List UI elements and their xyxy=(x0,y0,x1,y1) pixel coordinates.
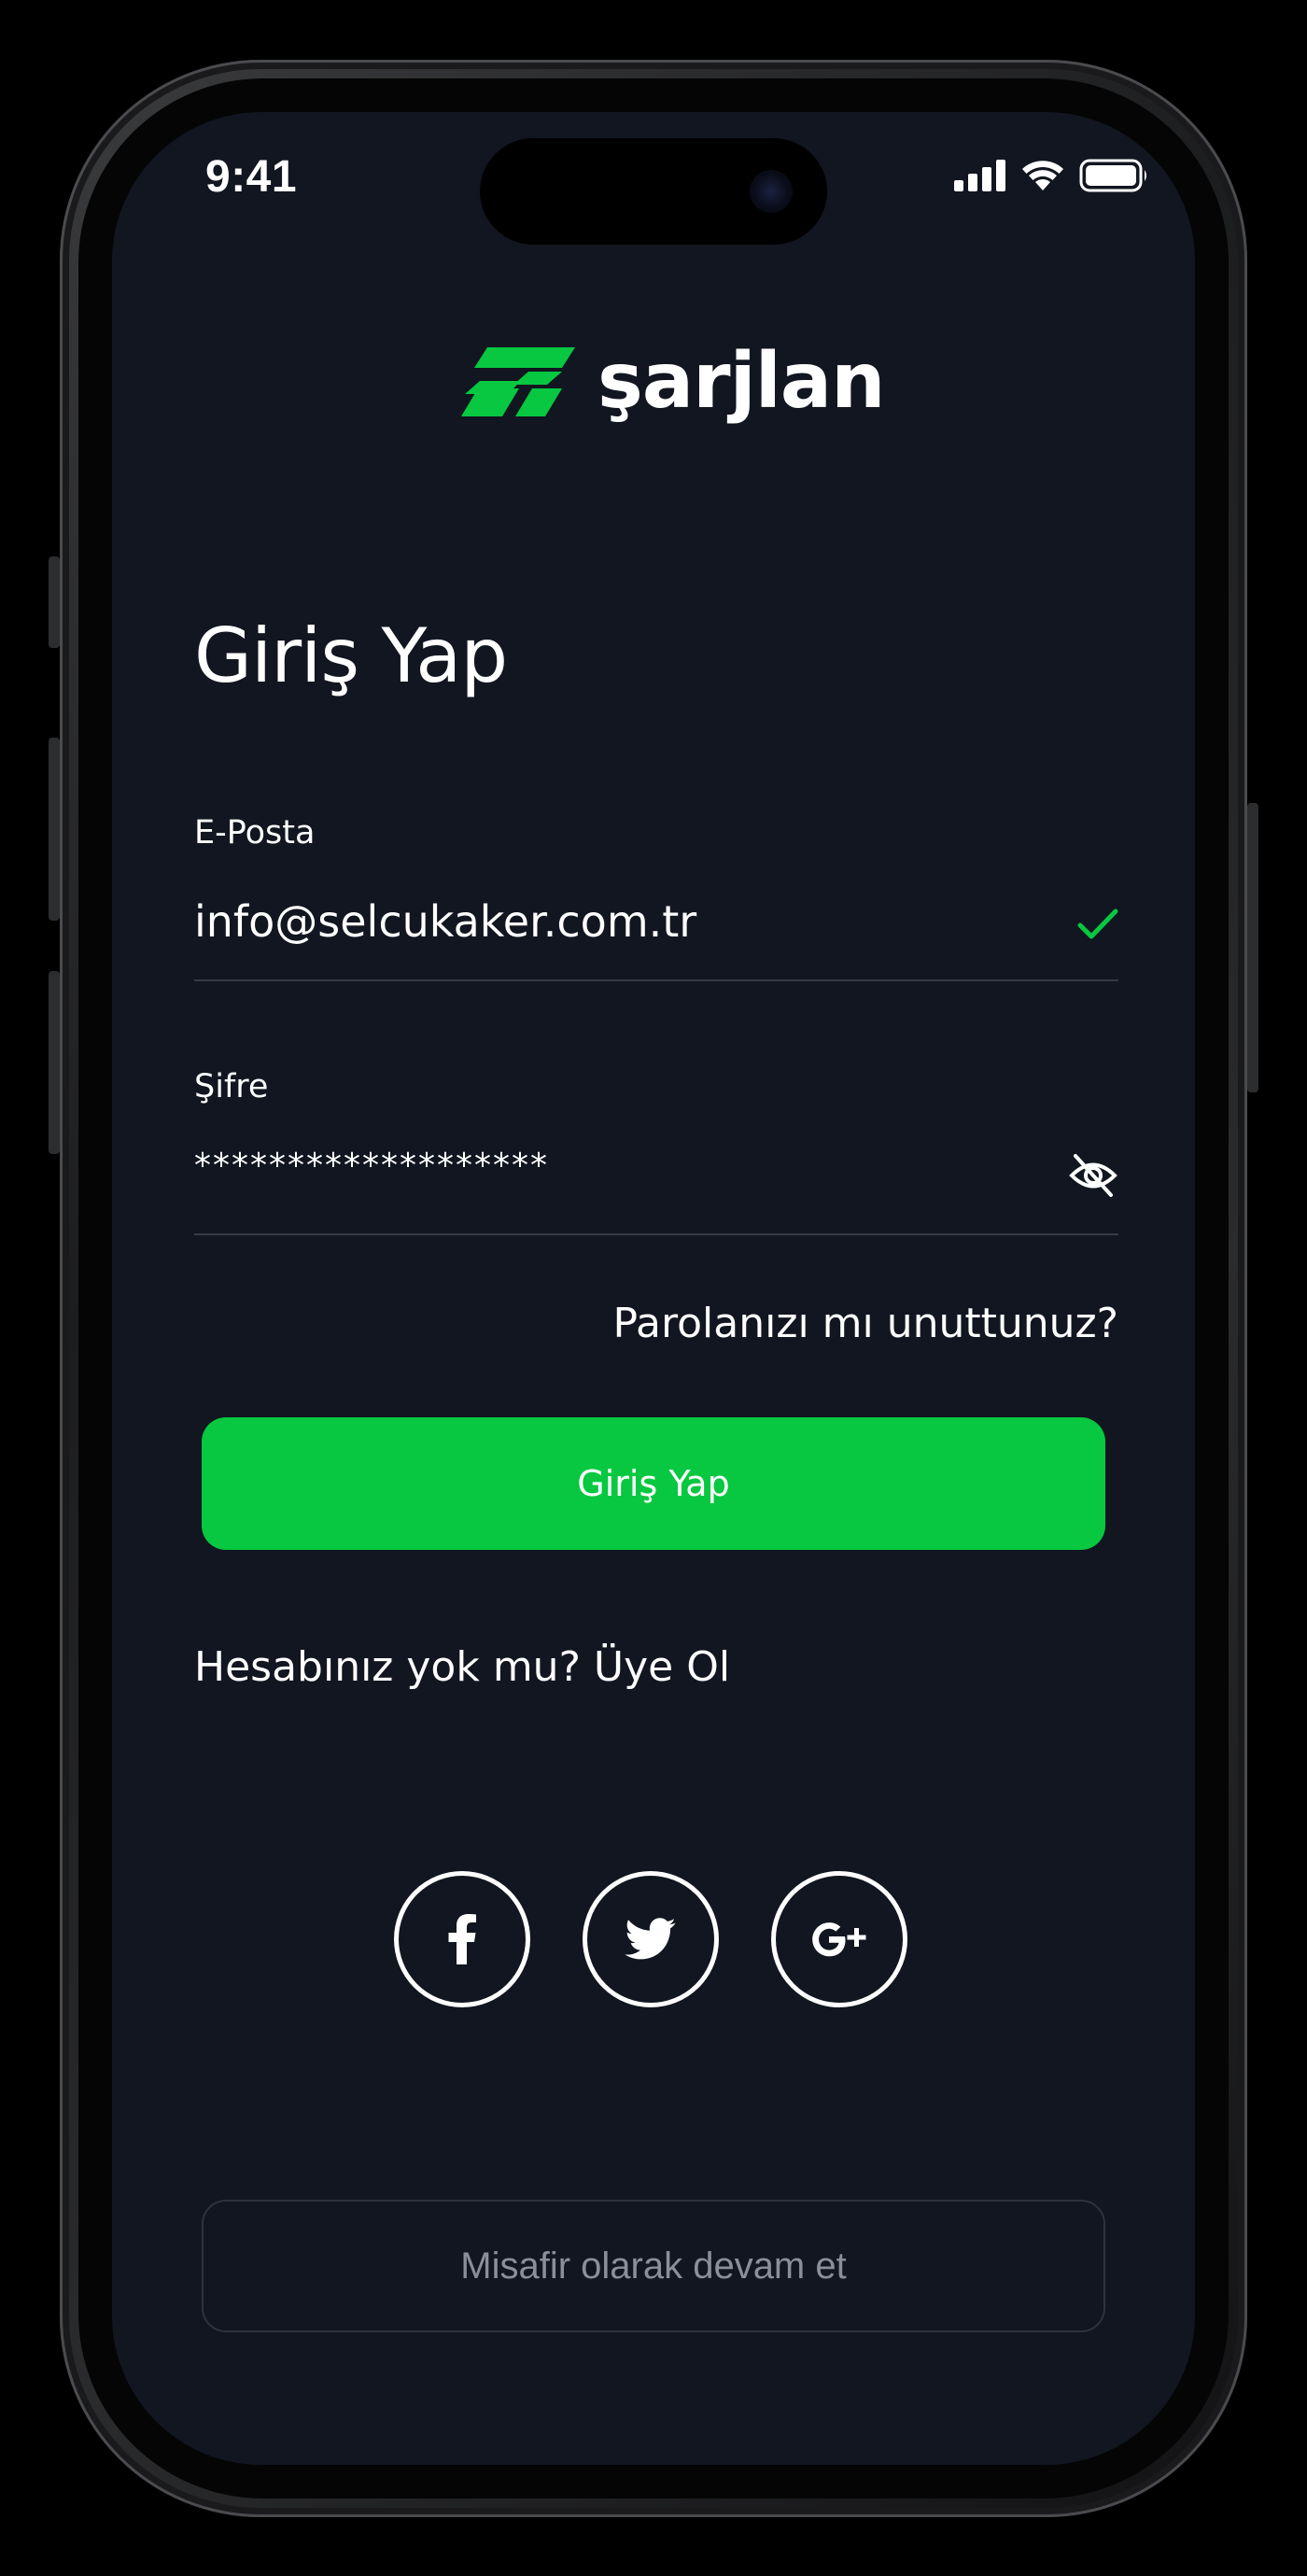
password-field[interactable]: ******************* xyxy=(194,1147,1118,1240)
cellular-signal-icon xyxy=(954,160,1005,191)
guest-continue-button[interactable]: Misafir olarak devam et xyxy=(202,2200,1105,2332)
brand-name: şarjlan xyxy=(597,337,886,426)
twitter-icon xyxy=(625,1918,676,1960)
status-time: 9:41 xyxy=(205,152,298,202)
action-button xyxy=(49,556,60,648)
front-camera xyxy=(750,170,793,213)
checkmark-icon xyxy=(1077,908,1118,939)
email-label: E-Posta xyxy=(194,814,316,852)
eye-off-icon[interactable] xyxy=(1068,1152,1118,1199)
google-plus-icon xyxy=(812,1922,866,1957)
email-field[interactable]: info@selcukaker.com.tr xyxy=(194,893,1118,986)
app-screen: 9:41 şarjlan Giriş Yap E-Posta info@selc… xyxy=(112,112,1195,2465)
volume-down-button xyxy=(49,971,60,1154)
page-title: Giriş Yap xyxy=(194,612,508,699)
email-underline xyxy=(194,979,1118,981)
twitter-login-button[interactable] xyxy=(583,1871,719,2007)
password-underline xyxy=(194,1233,1118,1235)
password-label: Şifre xyxy=(194,1068,269,1105)
google-plus-login-button[interactable] xyxy=(771,1871,907,2007)
forgot-password-link[interactable]: Parolanızı mı unuttunuz? xyxy=(612,1300,1118,1347)
register-link[interactable]: Hesabınız yok mu? Üye Ol xyxy=(194,1643,730,1691)
facebook-icon xyxy=(448,1914,476,1964)
password-value: ******************* xyxy=(194,1147,549,1185)
brand-logo: şarjlan xyxy=(461,337,886,426)
power-button xyxy=(1247,803,1258,1092)
guest-continue-label: Misafir olarak devam et xyxy=(460,2245,847,2287)
lightning-logo-icon xyxy=(461,347,575,416)
wifi-icon xyxy=(1022,161,1063,190)
login-button-label: Giriş Yap xyxy=(577,1463,730,1504)
volume-up-button xyxy=(49,738,60,921)
facebook-login-button[interactable] xyxy=(394,1871,530,2007)
battery-icon xyxy=(1079,159,1146,192)
login-button[interactable]: Giriş Yap xyxy=(202,1417,1105,1550)
email-value: info@selcukaker.com.tr xyxy=(194,896,697,947)
status-icons xyxy=(954,159,1150,192)
